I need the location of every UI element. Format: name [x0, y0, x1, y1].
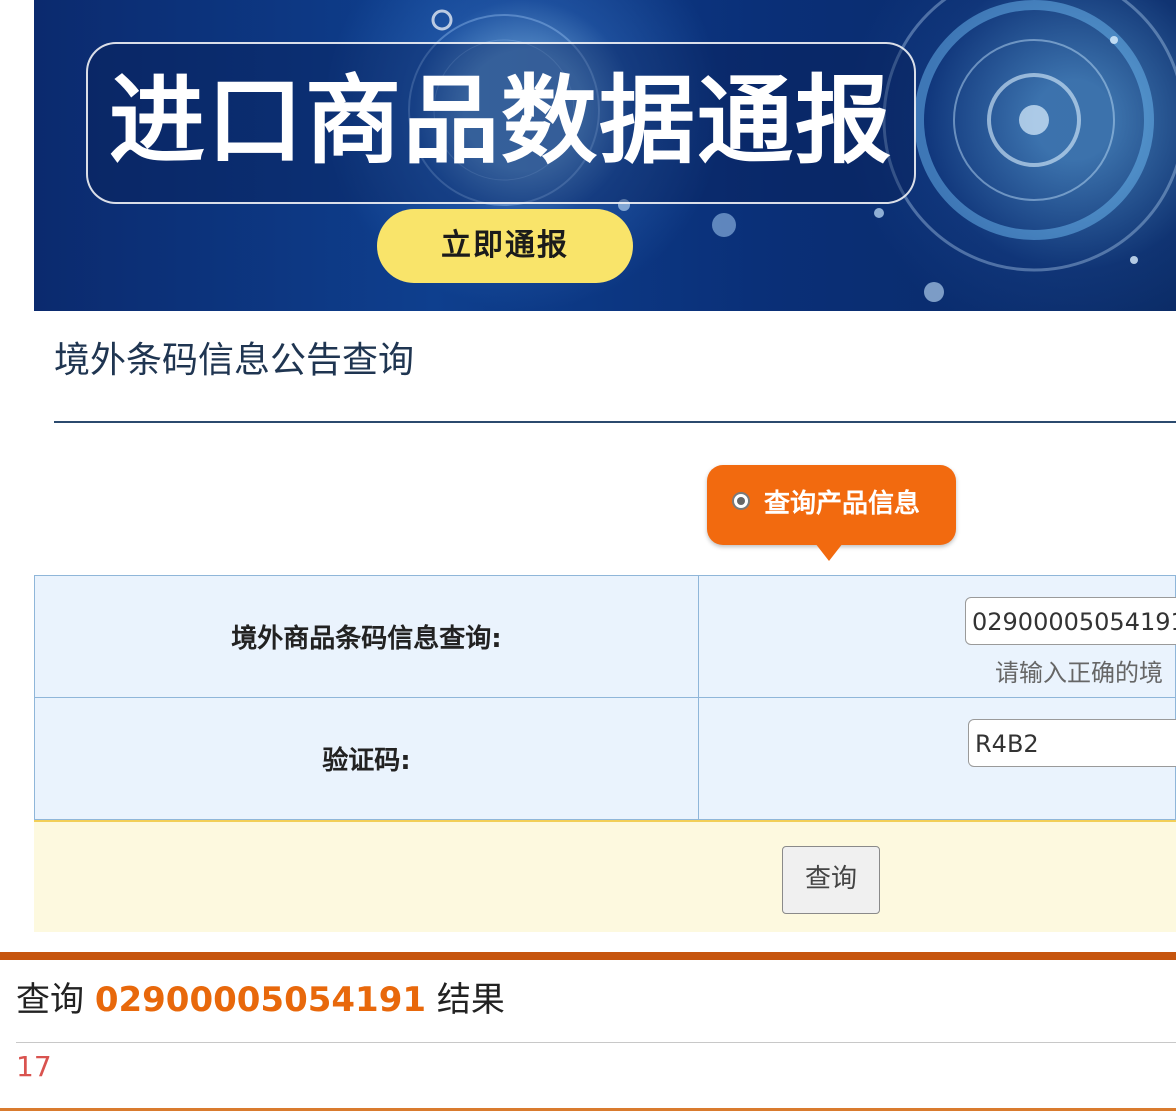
barcode-cell: 02900005054191 请输入正确的境 — [698, 575, 1176, 698]
barcode-label: 境外商品条码信息查询: — [34, 575, 699, 698]
banner-title: 进口商品数据通报 — [109, 65, 893, 177]
left-margin — [0, 0, 34, 310]
promo-banner[interactable]: 进口商品数据通报 立即通报 — [34, 0, 1176, 311]
page-title: 境外条码信息公告查询 — [54, 340, 415, 381]
query-form-table: 境外商品条码信息查询: 02900005054191 请输入正确的境 验证码: … — [34, 575, 1176, 820]
bottom-divider — [0, 1108, 1176, 1111]
result-suffix: 结果 — [436, 980, 505, 1020]
result-divider — [0, 952, 1176, 960]
result-rule — [16, 1042, 1176, 1043]
captcha-input[interactable]: R4B2 — [968, 719, 1176, 767]
result-prefix: 查询 — [16, 980, 84, 1020]
captcha-row: 验证码: R4B2 — [34, 697, 1176, 820]
report-now-button[interactable]: 立即通报 — [377, 209, 633, 283]
query-mode-tab[interactable]: 查询产品信息 — [707, 465, 956, 561]
title-divider — [54, 421, 1176, 423]
result-heading: 查询 02900005054191 结果 — [16, 978, 505, 1022]
query-mode-label: 查询产品信息 — [764, 489, 921, 519]
barcode-hint: 请输入正确的境 — [995, 659, 1163, 687]
result-count: 17 — [16, 1050, 52, 1083]
captcha-label: 验证码: — [34, 697, 699, 820]
radio-button[interactable] — [732, 492, 750, 510]
result-barcode: 02900005054191 — [94, 980, 427, 1020]
barcode-row: 境外商品条码信息查询: 02900005054191 请输入正确的境 — [34, 575, 1176, 698]
barcode-input[interactable]: 02900005054191 — [965, 597, 1176, 645]
submit-area: 查询 — [34, 820, 1176, 932]
tab-pointer — [815, 543, 843, 561]
captcha-cell: R4B2 — [698, 697, 1176, 820]
query-button[interactable]: 查询 — [782, 846, 880, 914]
